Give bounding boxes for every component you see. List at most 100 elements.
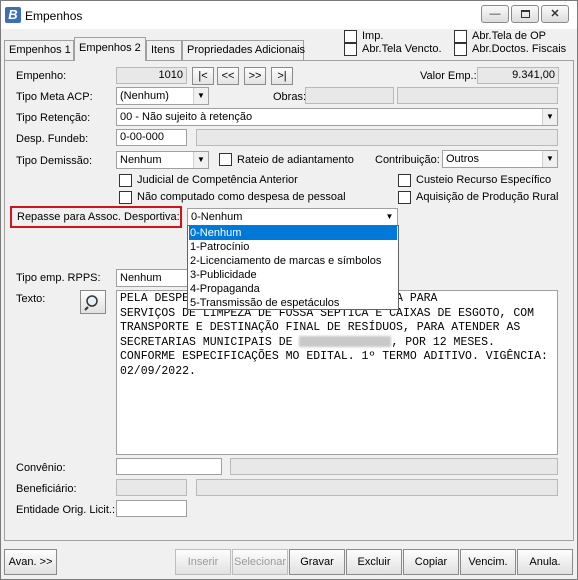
- empenho-label: Empenho:: [16, 70, 67, 82]
- tipo-rpps-label: Tipo emp. RPPS:: [16, 272, 101, 284]
- repasse-select[interactable]: 0-Nenhum ▼: [187, 208, 398, 226]
- desp-fundeb-desc-field[interactable]: [196, 129, 558, 146]
- maximize-button[interactable]: [511, 5, 539, 23]
- tipo-retencao-value: 00 - Não sujeito à retenção: [120, 111, 253, 123]
- tipo-meta-acp-label: Tipo Meta ACP:: [16, 91, 93, 103]
- rateio-checkbox[interactable]: [219, 153, 232, 166]
- empenho-field[interactable]: 1010: [116, 67, 187, 84]
- tab-itens[interactable]: Itens: [146, 40, 182, 60]
- repasse-option[interactable]: 5-Transmissão de espetáculos: [189, 296, 397, 310]
- abr-tela-vencto-checkbox[interactable]: [344, 43, 357, 56]
- texto-line: TRANSPORTE E DESTINAÇÃO FINAL DE RESÍDUO…: [120, 321, 521, 334]
- close-icon: ✕: [550, 8, 560, 20]
- minimize-icon: —: [489, 8, 501, 20]
- rateio-label: Rateio de adiantamento: [237, 154, 354, 166]
- inserir-button[interactable]: Inserir: [175, 549, 231, 575]
- tipo-meta-acp-value: (Nenhum): [120, 90, 169, 102]
- tipo-rpps-select[interactable]: Nenhum: [116, 269, 191, 287]
- valor-emp-field[interactable]: 9.341,00: [477, 67, 559, 84]
- maximize-icon: [520, 10, 530, 19]
- first-record-button[interactable]: |<: [192, 67, 214, 85]
- abr-doctos-fiscais-label: Abr.Doctos. Fiscais: [472, 43, 567, 55]
- texto-textarea[interactable]: PELA DESPESA COM A CONTRATAÇÃO DE EMPRES…: [116, 290, 558, 455]
- imp-checkbox[interactable]: [344, 30, 357, 43]
- chevron-down-icon: ▼: [193, 88, 208, 104]
- nao-computado-checkbox[interactable]: [119, 191, 132, 204]
- repasse-option[interactable]: 2-Licenciamento de marcas e símbolos: [189, 254, 397, 268]
- tipo-meta-acp-select[interactable]: (Nenhum) ▼: [116, 87, 209, 105]
- aquisicao-label: Aquisição de Produção Rural: [416, 191, 559, 203]
- texto-line: SECRETARIAS MUNICIPAIS DE , POR 12 MESES…: [120, 336, 554, 351]
- entidade-orig-licit-label: Entidade Orig. Licit.:: [16, 504, 116, 516]
- texto-line-suffix: , POR 12 MESES.: [391, 335, 495, 349]
- abr-doctos-fiscais-checkbox[interactable]: [454, 43, 467, 56]
- repasse-label: Repasse para Assoc. Desportiva:: [17, 211, 180, 223]
- repasse-dropdown-list: 0-Nenhum 1-Patrocínio 2-Licenciamento de…: [187, 225, 399, 310]
- beneficiario-label: Beneficiário:: [16, 483, 77, 495]
- desp-fundeb-label: Desp. Fundeb:: [16, 133, 89, 145]
- imp-label: Imp.: [362, 30, 384, 42]
- tab-empenhos-2[interactable]: Empenhos 2: [74, 37, 146, 61]
- custeio-label: Custeio Recurso Específico: [416, 174, 552, 186]
- convenio-field[interactable]: [116, 458, 222, 475]
- abr-tela-vencto-label: Abr.Tela Vencto.: [362, 43, 442, 55]
- repasse-option[interactable]: 4-Propaganda: [189, 282, 397, 296]
- minimize-button[interactable]: —: [481, 5, 509, 23]
- repasse-value: 0-Nenhum: [191, 211, 243, 223]
- custeio-checkbox[interactable]: [398, 174, 411, 187]
- obras-code-field[interactable]: [305, 87, 394, 104]
- contribuicao-select[interactable]: Outros ▼: [442, 150, 558, 168]
- valor-emp-label: Valor Emp.:: [420, 70, 477, 82]
- judicial-checkbox[interactable]: [119, 174, 132, 187]
- judicial-label: Judicial de Competência Anterior: [137, 174, 298, 186]
- abr-tela-op-label: Abr.Tela de OP: [472, 30, 546, 42]
- last-record-button[interactable]: >|: [271, 67, 293, 85]
- window-title: Empenhos: [25, 9, 83, 23]
- texto-line-prefix: SECRETARIAS MUNICIPAIS DE: [120, 335, 300, 349]
- repasse-option[interactable]: 0-Nenhum: [189, 226, 397, 240]
- entidade-orig-licit-field[interactable]: [116, 500, 187, 517]
- beneficiario-field[interactable]: [116, 479, 187, 496]
- selecionar-button[interactable]: Selecionar: [232, 549, 288, 575]
- anula-button[interactable]: Anula.: [517, 549, 573, 575]
- tab-propriedades-adicionais[interactable]: Propriedades Adicionais: [182, 40, 305, 60]
- vencim-button[interactable]: Vencim.: [460, 549, 516, 575]
- empenhos-window: B Empenhos — ✕ Imp. Abr.Tela Vencto. Abr…: [0, 0, 578, 580]
- convenio-label: Convênio:: [16, 462, 66, 474]
- texto-line: 02/09/2022.: [120, 364, 196, 378]
- title-bar: B Empenhos — ✕: [1, 1, 577, 29]
- copiar-button[interactable]: Copiar: [403, 549, 459, 575]
- tab-empenhos-1[interactable]: Empenhos 1: [4, 40, 74, 60]
- chevron-down-icon: ▼: [382, 209, 397, 225]
- prev-record-button[interactable]: <<: [217, 67, 239, 85]
- contribuicao-label: Contribuição:: [375, 154, 440, 166]
- avan-button[interactable]: Avan. >>: [4, 549, 57, 575]
- chevron-down-icon: ▼: [193, 152, 208, 168]
- repasse-option[interactable]: 3-Publicidade: [189, 268, 397, 282]
- redacted-text: [299, 335, 392, 347]
- obras-desc-field[interactable]: [397, 87, 558, 104]
- next-record-button[interactable]: >>: [244, 67, 266, 85]
- tipo-demissao-label: Tipo Demissão:: [16, 155, 93, 167]
- nao-computado-label: Não computado como despesa de pessoal: [137, 191, 346, 203]
- repasse-option[interactable]: 1-Patrocínio: [189, 240, 397, 254]
- convenio-desc-field[interactable]: [230, 458, 558, 475]
- tipo-demissao-select[interactable]: Nenhum ▼: [116, 151, 209, 169]
- excluir-button[interactable]: Excluir: [346, 549, 402, 575]
- texto-label: Texto:: [16, 293, 46, 305]
- tipo-retencao-select[interactable]: 00 - Não sujeito à retenção ▼: [116, 108, 558, 126]
- gravar-button[interactable]: Gravar: [289, 549, 345, 575]
- abr-tela-op-checkbox[interactable]: [454, 30, 467, 43]
- close-button[interactable]: ✕: [541, 5, 569, 23]
- contribuicao-value: Outros: [446, 153, 480, 165]
- aquisicao-checkbox[interactable]: [398, 191, 411, 204]
- app-icon: B: [5, 7, 21, 23]
- texto-line: CONFORME ESPECIFICAÇÕES MO EDITAL. 1º TE…: [120, 350, 548, 363]
- chevron-down-icon: ▼: [542, 151, 557, 167]
- desp-fundeb-field[interactable]: 0-00-000: [116, 129, 187, 146]
- tipo-retencao-label: Tipo Retenção:: [16, 112, 91, 124]
- obras-label: Obras:: [273, 91, 307, 103]
- tipo-rpps-value: Nenhum: [120, 272, 162, 284]
- zoom-text-button[interactable]: [80, 290, 106, 314]
- beneficiario-desc-field[interactable]: [196, 479, 558, 496]
